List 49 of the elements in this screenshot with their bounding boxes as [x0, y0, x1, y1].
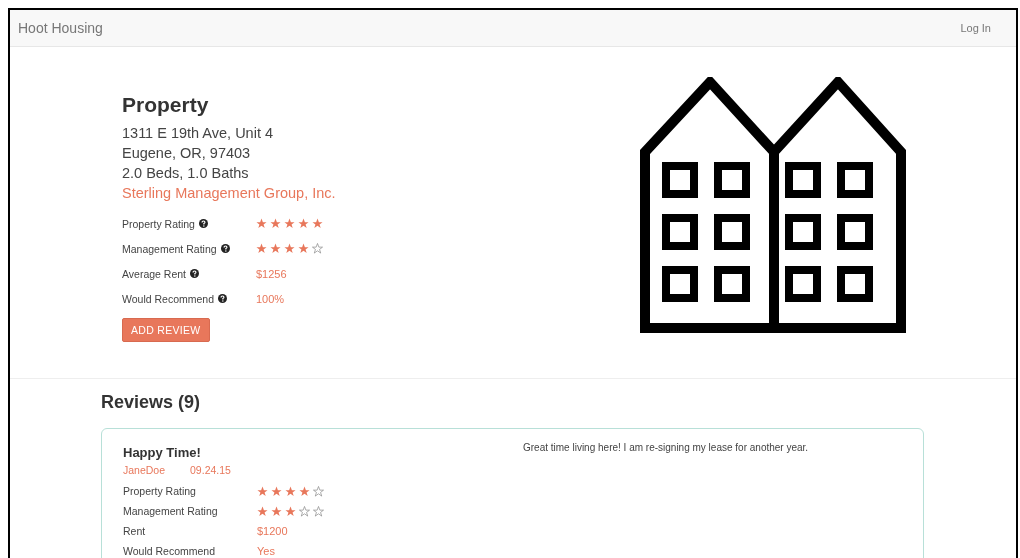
property-detail: Eugene, OR, 97403: [122, 144, 252, 163]
empty-star-icon: [312, 243, 323, 254]
star-icon: [256, 218, 267, 229]
star-icon: [270, 218, 281, 229]
property-detail: 2.0 Beds, 1.0 Baths: [122, 164, 250, 183]
stat-value: $1200: [257, 525, 288, 537]
stat-label: Rent: [123, 525, 146, 537]
help-icon[interactable]: [198, 219, 208, 228]
star-icon: [312, 218, 323, 229]
review-author[interactable]: JaneDoe: [123, 464, 166, 476]
help-icon[interactable]: [218, 294, 227, 303]
star-icon: [284, 218, 295, 229]
help-icon[interactable]: [220, 244, 230, 253]
login-link[interactable]: Log In: [960, 22, 991, 34]
star-icon: [285, 505, 296, 517]
star-icon: [257, 505, 268, 517]
property-detail: 1311 E 19th Ave, Unit 4: [122, 124, 275, 143]
stat-label: Management Rating: [122, 242, 217, 255]
review-comment: Great time living here! I am re-signing my lease for another year.: [523, 442, 809, 455]
star-icon: [271, 485, 282, 497]
reviews-heading: Reviews (9): [101, 392, 202, 413]
star-icon: [284, 243, 295, 254]
stat-label: Property Rating: [123, 485, 196, 497]
review-title: Happy Time!: [123, 445, 202, 460]
stat-label: Average Rent: [122, 267, 186, 280]
add-review-button[interactable]: ADD REVIEW: [122, 318, 210, 342]
star-icon: [298, 218, 309, 229]
empty-star-icon: [313, 485, 324, 497]
star-icon: [271, 505, 282, 517]
star-icon: [285, 485, 296, 497]
stat-value: Yes: [257, 545, 275, 557]
stat-label: Would Recommend: [122, 292, 214, 305]
help-icon[interactable]: [190, 269, 199, 278]
star-icon: [298, 243, 309, 254]
empty-star-icon: [313, 505, 324, 517]
brand-title[interactable]: Hoot Housing: [18, 20, 103, 36]
star-icon: [299, 485, 310, 497]
stat-value: $1256: [256, 267, 287, 280]
property-title: Property: [122, 93, 210, 117]
star-icon: [256, 243, 267, 254]
star-icon: [257, 485, 268, 497]
stat-label: Property Rating: [122, 217, 195, 230]
management-link[interactable]: Sterling Management Group, Inc.: [122, 183, 640, 203]
star-icon: [270, 243, 281, 254]
review-date: 09.24.15: [190, 464, 231, 476]
stat-label: Management Rating: [123, 505, 218, 517]
empty-star-icon: [299, 505, 310, 517]
stat-value: 100%: [256, 292, 285, 305]
stat-label: Would Recommend: [123, 545, 215, 557]
